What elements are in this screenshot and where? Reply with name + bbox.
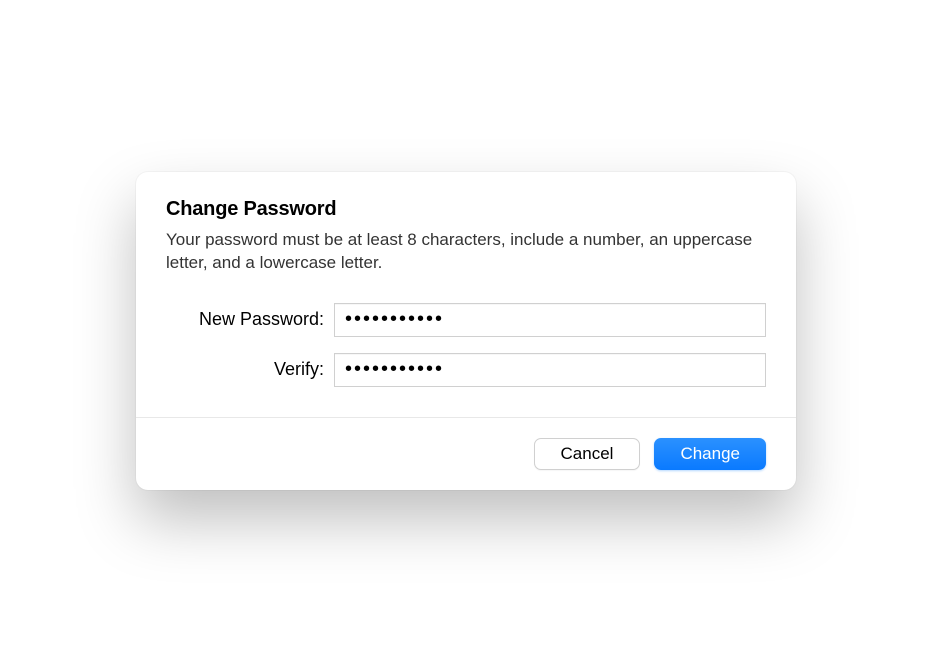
verify-password-label: Verify: bbox=[166, 359, 334, 380]
dialog-footer: Cancel Change bbox=[136, 417, 796, 490]
change-button[interactable]: Change bbox=[654, 438, 766, 470]
dialog-content: Change Password Your password must be at… bbox=[136, 172, 796, 417]
verify-password-row: Verify: bbox=[166, 353, 766, 387]
verify-password-input[interactable] bbox=[334, 353, 766, 387]
new-password-label: New Password: bbox=[166, 309, 334, 330]
new-password-row: New Password: bbox=[166, 303, 766, 337]
dialog-title: Change Password bbox=[166, 198, 766, 221]
cancel-button[interactable]: Cancel bbox=[534, 438, 641, 470]
new-password-input[interactable] bbox=[334, 303, 766, 337]
change-password-dialog: Change Password Your password must be at… bbox=[136, 172, 796, 490]
dialog-description: Your password must be at least 8 charact… bbox=[166, 229, 766, 275]
